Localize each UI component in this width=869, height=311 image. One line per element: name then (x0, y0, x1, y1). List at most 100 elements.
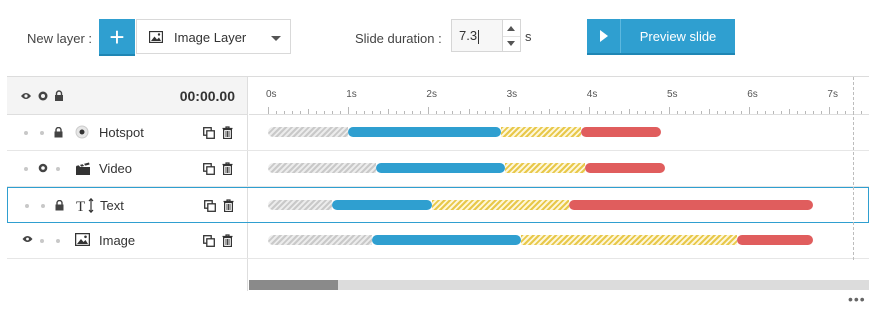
layer-name[interactable]: Image (99, 233, 135, 248)
eye-toggle-dot[interactable] (24, 131, 28, 135)
timeline-scrollbar[interactable] (249, 280, 869, 290)
ruler-tick (660, 111, 662, 114)
out-transition-bar[interactable] (737, 235, 814, 245)
lock-toggle-dot[interactable] (56, 167, 60, 171)
eye-icon[interactable] (22, 235, 33, 243)
ruler-tick (604, 111, 606, 114)
lock-toggle-dot[interactable] (56, 239, 60, 243)
ruler-tick (652, 111, 654, 114)
in-transition-bar[interactable] (348, 127, 501, 137)
more-options-icon[interactable]: ••• (848, 291, 866, 307)
slide-duration-label: Slide duration : (355, 31, 442, 46)
text-icon: T (76, 198, 98, 213)
solo-icon[interactable] (38, 163, 48, 173)
solo-toggle-dot[interactable] (41, 204, 45, 208)
eye-toggle-dot[interactable] (25, 204, 29, 208)
ruler-tick (300, 111, 302, 114)
ruler-tick (380, 111, 382, 114)
add-layer-button[interactable]: + (99, 19, 135, 56)
lock-icon[interactable] (55, 200, 64, 211)
hotspot-icon (75, 125, 89, 139)
ruler-tick (749, 107, 751, 114)
ruler-tick (524, 111, 526, 114)
lock-icon (55, 90, 63, 101)
static-duration-bar[interactable] (520, 235, 738, 245)
static-duration-bar[interactable] (500, 127, 581, 137)
ruler-tick (268, 107, 269, 114)
ruler-tick (829, 107, 831, 114)
ruler-label: 7s (827, 89, 838, 100)
play-icon (587, 19, 621, 53)
static-duration-bar[interactable] (504, 163, 585, 173)
timeline-scrollbar-thumb[interactable] (249, 280, 338, 290)
layer-name[interactable]: Hotspot (99, 125, 144, 140)
ruler-tick (476, 111, 478, 114)
ruler-tick (460, 111, 462, 114)
chevron-down-icon (271, 36, 281, 41)
ruler-tick (564, 111, 566, 114)
layer-row-hotspot[interactable]: Hotspot (7, 115, 869, 151)
solo-toggle-dot[interactable] (40, 131, 44, 135)
lock-icon[interactable] (54, 127, 63, 138)
ruler-tick (284, 111, 286, 114)
ruler-tick (516, 111, 518, 114)
duplicate-icon[interactable] (203, 235, 215, 247)
out-transition-bar[interactable] (568, 200, 814, 210)
solo-toggle-dot[interactable] (40, 239, 44, 243)
ruler-tick (428, 107, 430, 114)
layer-row-image[interactable]: Image (7, 223, 869, 259)
trash-icon[interactable] (223, 199, 234, 212)
duration-unit: s (525, 29, 532, 44)
delay-bar[interactable] (268, 200, 333, 210)
trash-icon[interactable] (222, 126, 233, 139)
layer-type-select[interactable]: Image Layer (136, 19, 291, 54)
svg-text:T: T (76, 199, 85, 213)
slide-duration-input[interactable]: 7.3 (451, 19, 503, 52)
ruler-tick (813, 111, 815, 114)
ruler-tick (588, 107, 590, 114)
ruler-tick (757, 111, 759, 114)
layer-row-text[interactable]: T Text (7, 187, 869, 223)
ruler-tick (396, 111, 398, 114)
trash-icon[interactable] (222, 162, 233, 175)
preview-slide-label: Preview slide (639, 29, 717, 44)
in-transition-bar[interactable] (372, 235, 521, 245)
ruler-label: 6s (747, 89, 758, 100)
delay-bar[interactable] (268, 163, 377, 173)
ruler-tick (412, 111, 414, 114)
ruler-tick (861, 111, 863, 114)
in-transition-bar[interactable] (376, 163, 505, 173)
out-transition-bar[interactable] (584, 163, 665, 173)
timeline-ruler[interactable]: 0s 1s 2s 3s 4s 5s 6s 7s (249, 77, 869, 115)
in-transition-bar[interactable] (332, 200, 433, 210)
layer-name[interactable]: Video (99, 161, 132, 176)
out-transition-bar[interactable] (580, 127, 661, 137)
ruler-tick (508, 107, 510, 114)
ruler-tick (677, 111, 679, 114)
stepper-up-icon[interactable] (507, 26, 515, 31)
duplicate-icon[interactable] (204, 200, 216, 212)
duplicate-icon[interactable] (203, 163, 215, 175)
layer-row-video[interactable]: Video (7, 151, 869, 187)
ruler-tick (292, 111, 294, 114)
static-duration-bar[interactable] (432, 200, 569, 210)
ruler-tick (316, 111, 318, 114)
duplicate-icon[interactable] (203, 127, 215, 139)
stepper-down-icon[interactable] (507, 41, 515, 46)
ruler-tick (436, 111, 438, 114)
delay-bar[interactable] (268, 127, 349, 137)
ruler-label: 3s (506, 89, 518, 100)
ruler-tick (612, 111, 614, 114)
ruler-tick (364, 111, 366, 114)
layer-name[interactable]: Text (100, 198, 124, 213)
delay-bar[interactable] (268, 235, 373, 245)
duration-stepper[interactable] (503, 19, 521, 52)
eye-toggle-dot[interactable] (24, 167, 28, 171)
ruler-tick (620, 111, 622, 114)
ruler-tick (468, 109, 470, 114)
ruler-tick (444, 111, 446, 114)
ruler-tick (324, 111, 326, 114)
ruler-tick (837, 111, 839, 114)
preview-slide-button[interactable]: Preview slide (587, 19, 735, 55)
trash-icon[interactable] (222, 234, 233, 247)
